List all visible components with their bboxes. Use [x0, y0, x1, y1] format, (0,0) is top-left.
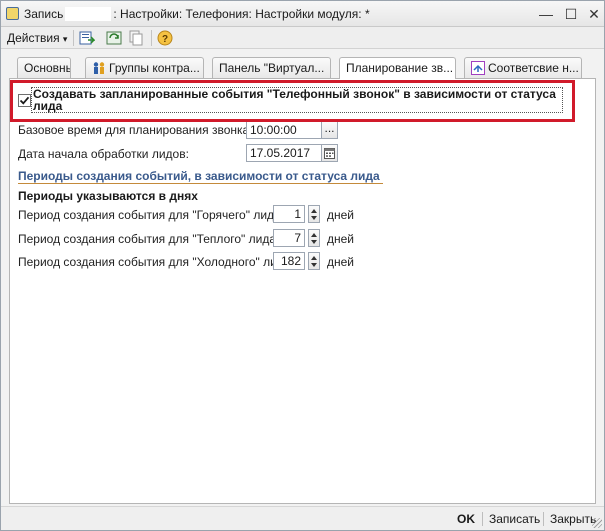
warm-lead-period-label: Период создания события для "Теплого" ли…	[18, 232, 280, 246]
tab-matching[interactable]: Соответсвие н...	[464, 57, 582, 78]
tab-main[interactable]: Основные	[17, 57, 71, 78]
toolbar-separator	[151, 30, 152, 46]
dialog-footer: OK Записать Закрыть	[1, 506, 604, 530]
periods-subtitle: Периоды указываются в днях	[18, 189, 198, 203]
chevron-down-icon: ▾	[62, 34, 68, 44]
cold-lead-period-spinner[interactable]	[308, 252, 320, 270]
actions-menu-button[interactable]: Действия ▾	[7, 29, 67, 47]
hot-lead-period-unit: дней	[327, 208, 355, 222]
window-title: Запись : Настройки: Телефония: Настройки …	[24, 7, 370, 21]
spin-up-icon[interactable]	[311, 209, 317, 213]
tab-virtual-panel[interactable]: Панель "Виртуал...	[212, 57, 331, 78]
tab-label: Планирование зв...	[346, 61, 454, 75]
refresh-icon[interactable]	[106, 30, 122, 46]
toolbar-separator	[73, 30, 74, 46]
copy-icon[interactable]	[128, 30, 144, 46]
hot-lead-period-label: Период создания события для "Горячего" л…	[18, 208, 285, 222]
title-suffix: : Настройки: Телефония: Настройки модуля…	[113, 7, 362, 21]
section-divider	[18, 183, 383, 184]
resize-grip-icon[interactable]	[592, 518, 602, 528]
toolbar: Действия ▾ ?	[1, 27, 604, 49]
spin-up-icon[interactable]	[311, 233, 317, 237]
actions-label: Действия	[7, 31, 60, 45]
tab-label: Соответсвие н...	[488, 61, 579, 75]
start-date-input[interactable]: 17.05.2017	[246, 144, 322, 162]
schedule-events-checkbox-label[interactable]: Создавать запланированные события "Телеф…	[33, 88, 563, 112]
spin-down-icon[interactable]	[311, 263, 317, 267]
users-icon	[92, 61, 106, 75]
warm-lead-period-input[interactable]: 7	[273, 229, 305, 247]
tab-call-planning[interactable]: Планирование зв...	[339, 57, 456, 79]
redacted-record-number	[65, 7, 112, 21]
app-icon	[6, 7, 19, 20]
base-time-select-button[interactable]: ...	[321, 121, 338, 139]
minimize-button[interactable]: —	[537, 5, 555, 23]
tab-label: Панель "Виртуал...	[219, 61, 325, 75]
hot-lead-period-input[interactable]: 1	[273, 205, 305, 223]
footer-separator	[543, 512, 544, 526]
tab-contractor-groups[interactable]: Группы контра...	[85, 57, 204, 78]
tab-label: Группы контра...	[109, 61, 200, 75]
spin-down-icon[interactable]	[311, 216, 317, 220]
warm-lead-period-unit: дней	[327, 232, 355, 246]
periods-section-title: Периоды создания событий, в зависимости …	[18, 169, 380, 183]
maximize-button[interactable]: ☐	[562, 5, 580, 23]
title-bar[interactable]: Запись : Настройки: Телефония: Настройки …	[1, 1, 604, 27]
title-modified-marker: *	[364, 7, 370, 21]
calendar-icon	[324, 148, 335, 159]
tab-strip: Основные Группы контра... Панель "Виртуа…	[1, 57, 604, 79]
calendar-button[interactable]	[321, 144, 338, 162]
ok-button[interactable]: OK	[457, 512, 475, 526]
save-button[interactable]: Записать	[489, 512, 540, 526]
warm-lead-period-spinner[interactable]	[308, 229, 320, 247]
title-prefix: Запись	[24, 7, 64, 21]
spin-down-icon[interactable]	[311, 240, 317, 244]
settings-window: Запись : Настройки: Телефония: Настройки …	[0, 0, 605, 531]
base-time-label: Базовое время для планирования звонка:	[18, 123, 253, 137]
cold-lead-period-input[interactable]: 182	[273, 252, 305, 270]
base-time-input[interactable]: 10:00:00	[246, 121, 322, 139]
svg-text:?: ?	[162, 34, 168, 45]
tab-label: Основные	[24, 61, 70, 75]
close-button[interactable]: Закрыть	[550, 512, 596, 526]
tab-panel-call-planning	[9, 78, 596, 504]
cold-lead-period-label: Период создания события для "Холодного" …	[18, 255, 294, 269]
mapping-icon	[471, 61, 485, 75]
hot-lead-period-spinner[interactable]	[308, 205, 320, 223]
cold-lead-period-unit: дней	[327, 255, 355, 269]
close-window-button[interactable]: ✕	[585, 5, 603, 23]
checkmark-icon	[19, 96, 30, 105]
schedule-events-checkbox[interactable]	[18, 94, 31, 107]
spin-up-icon[interactable]	[311, 256, 317, 260]
footer-separator	[482, 512, 483, 526]
save-and-close-icon[interactable]	[79, 30, 96, 46]
help-icon[interactable]: ?	[157, 30, 173, 46]
start-date-label: Дата начала обработки лидов:	[18, 147, 189, 161]
